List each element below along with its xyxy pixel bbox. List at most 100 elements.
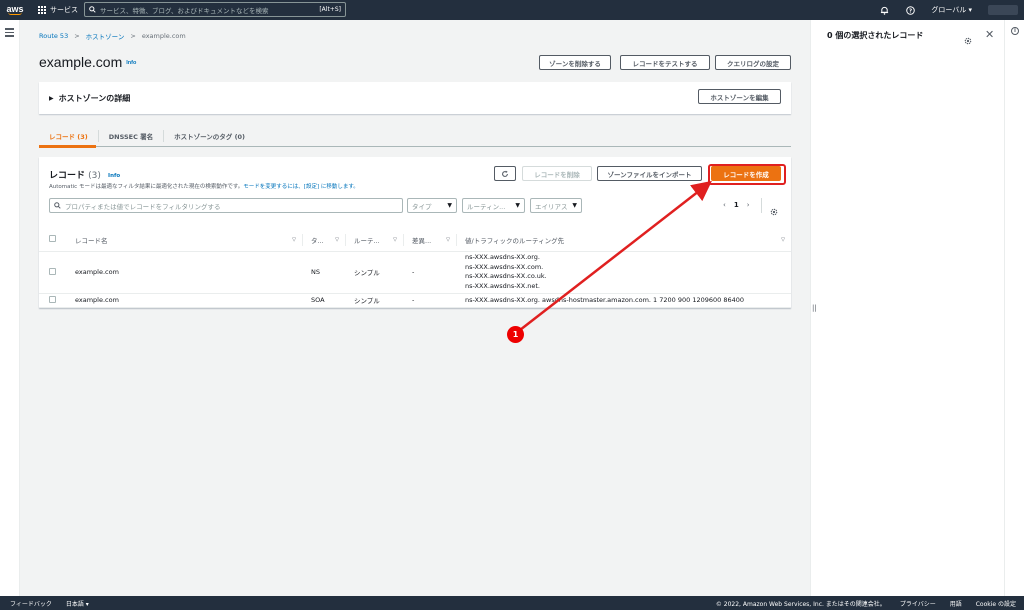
records-panel: レコード (3) Info Automatic モードは最適なフィルタ結果に最適…: [39, 157, 791, 308]
annotation-badge: 1: [507, 326, 524, 343]
search-input[interactable]: サービス、特徴、ブログ、およびドキュメントなどを検索 [Alt+S]: [84, 2, 346, 17]
caret-down-icon: ▼: [447, 202, 452, 209]
alias-filter-label: エイリアス: [535, 202, 568, 211]
caret-down-icon: ▼: [572, 202, 577, 209]
query-logging-button[interactable]: クエリログの設定: [715, 55, 791, 70]
language-selector[interactable]: 日本語 ▾: [66, 599, 89, 608]
left-rail: [0, 20, 20, 596]
col-record-name[interactable]: レコード名 ▽: [72, 229, 303, 252]
col-diff-label: 差異...: [412, 236, 432, 245]
sort-icon: ▽: [446, 236, 450, 243]
search-placeholder: サービス、特徴、ブログ、およびドキュメントなどを検索: [100, 6, 269, 15]
delete-zone-button[interactable]: ゾーンを削除する: [539, 55, 611, 70]
active-tab-indicator: [39, 145, 96, 148]
record-value: ns-XXX.awsdns-XX.net.: [465, 281, 540, 290]
region-selector[interactable]: グローバル ▾: [931, 5, 972, 15]
annotation-highlight: [708, 164, 786, 185]
aws-logo[interactable]: aws: [0, 5, 30, 15]
row-checkbox[interactable]: [49, 267, 56, 275]
selected-records-panel: 0 個の選択されたレコード ✕: [810, 20, 1004, 596]
record-value: ns-XXX.awsdns-XX.org. awsdns-hostmaster.…: [457, 293, 791, 308]
help-icon[interactable]: ?: [905, 5, 915, 15]
services-menu[interactable]: サービス: [38, 5, 78, 15]
refresh-button[interactable]: [494, 166, 516, 181]
record-value: ns-XXX.awsdns-XX.org.: [465, 253, 540, 261]
tab-dnssec[interactable]: DNSSEC 署名: [99, 130, 165, 142]
tab-tags[interactable]: ホストゾーンのタグ (0): [164, 130, 255, 142]
col-routing[interactable]: ルーテ... ▽: [346, 229, 404, 252]
col-type[interactable]: タ... ▽: [303, 229, 346, 252]
breadcrumb-route53[interactable]: Route 53: [39, 32, 68, 40]
copyright: © 2022, Amazon Web Services, Inc. またはその関…: [715, 600, 886, 608]
record-diff: -: [404, 251, 457, 294]
settings-link[interactable]: モードを変更するには、[設定] に移動します。: [243, 184, 359, 190]
next-page-icon[interactable]: ›: [747, 201, 750, 209]
caret-down-icon: ▼: [515, 202, 520, 209]
panel-resize-handle[interactable]: ||: [812, 304, 817, 312]
divider: [761, 198, 762, 213]
tab-records[interactable]: レコード (3): [39, 130, 99, 142]
edit-hosted-zone-button[interactable]: ホストゾーンを編集: [698, 89, 781, 104]
filter-input[interactable]: プロパティまたは値でレコードをフィルタリングする: [49, 198, 403, 213]
records-info-link[interactable]: Info: [108, 173, 120, 179]
page-title: example.com Info: [39, 54, 136, 70]
records-title-text: レコード: [49, 171, 86, 181]
type-filter-select[interactable]: タイプ ▼: [407, 198, 457, 213]
prev-page-icon[interactable]: ‹: [723, 201, 726, 209]
col-diff[interactable]: 差異... ▽: [404, 229, 457, 252]
page-number[interactable]: 1: [734, 201, 739, 209]
gear-icon[interactable]: [770, 201, 778, 220]
import-zone-file-button[interactable]: ゾーンファイルをインポート: [597, 166, 702, 181]
close-icon[interactable]: ✕: [985, 28, 994, 41]
menu-icon[interactable]: [5, 28, 14, 39]
page-title-text: example.com: [39, 54, 123, 70]
info-link[interactable]: Info: [126, 60, 136, 66]
table-row[interactable]: example.com SOA シンプル - ns-XXX.awsdns-XX.…: [39, 293, 791, 308]
record-values: ns-XXX.awsdns-XX.org. ns-XXX.awsdns-XX.c…: [457, 251, 791, 294]
caret-right-icon: ▶: [49, 94, 54, 102]
record-routing: シンプル: [346, 293, 404, 308]
hosted-zone-details[interactable]: ▶ ホストゾーンの詳細: [39, 82, 791, 114]
svg-text:?: ?: [909, 8, 912, 14]
terms-link[interactable]: 用語: [950, 599, 962, 608]
refresh-icon: [502, 170, 508, 177]
tab-bar: レコード (3) DNSSEC 署名 ホストゾーンのタグ (0): [39, 125, 791, 147]
feedback-link[interactable]: フィードバック: [10, 599, 52, 608]
search-shortcut: [Alt+S]: [319, 6, 341, 13]
sort-icon: ▽: [335, 236, 339, 243]
routing-filter-select[interactable]: ルーティン... ▼: [462, 198, 525, 213]
info-icon[interactable]: i: [1011, 27, 1019, 35]
records-description-text: Automatic モードは最適なフィルタ結果に最適化された現在の検索動作です。: [49, 184, 244, 190]
test-record-button[interactable]: レコードをテストする: [620, 55, 710, 70]
col-value[interactable]: 値/トラフィックのルーティング先 ▽: [457, 229, 791, 252]
record-name: example.com: [72, 251, 303, 294]
bell-icon[interactable]: [879, 5, 889, 15]
records-title: レコード (3) Info: [49, 168, 120, 181]
records-count: (3): [88, 171, 101, 181]
breadcrumb: Route 53 > ホストゾーン > example.com: [39, 31, 186, 41]
search-icon: [89, 6, 96, 13]
selected-records-title: 0 個の選択されたレコード: [827, 31, 924, 40]
select-all-checkbox[interactable]: [49, 235, 56, 243]
gear-icon[interactable]: [964, 30, 972, 49]
chevron-right-icon: >: [74, 32, 80, 40]
account-menu[interactable]: [988, 5, 1018, 15]
hosted-zone-details-title: ホストゾーンの詳細: [58, 93, 131, 103]
chevron-right-icon: >: [130, 32, 136, 40]
record-type: SOA: [303, 293, 346, 308]
services-label: サービス: [50, 6, 78, 14]
row-checkbox[interactable]: [49, 295, 56, 303]
search-icon: [54, 202, 61, 209]
privacy-link[interactable]: プライバシー: [900, 599, 936, 608]
alias-filter-select[interactable]: エイリアス ▼: [530, 198, 582, 213]
records-table: レコード名 ▽ タ... ▽ ルーテ... ▽ 差異... ▽ 値/トラフィックのルーテ…: [39, 229, 791, 308]
select-all-cell: [39, 229, 72, 252]
record-value: ns-XXX.awsdns-XX.co.uk.: [465, 272, 547, 280]
col-record-name-label: レコード名: [75, 236, 108, 245]
col-routing-label: ルーテ...: [354, 236, 380, 245]
filter-placeholder: プロパティまたは値でレコードをフィルタリングする: [65, 202, 221, 211]
breadcrumb-hosted-zones[interactable]: ホストゾーン: [86, 31, 125, 41]
table-row[interactable]: example.com NS シンプル - ns-XXX.awsdns-XX.o…: [39, 251, 791, 294]
cookie-settings-link[interactable]: Cookie の設定: [976, 599, 1016, 608]
delete-record-button[interactable]: レコードを削除: [522, 166, 592, 181]
